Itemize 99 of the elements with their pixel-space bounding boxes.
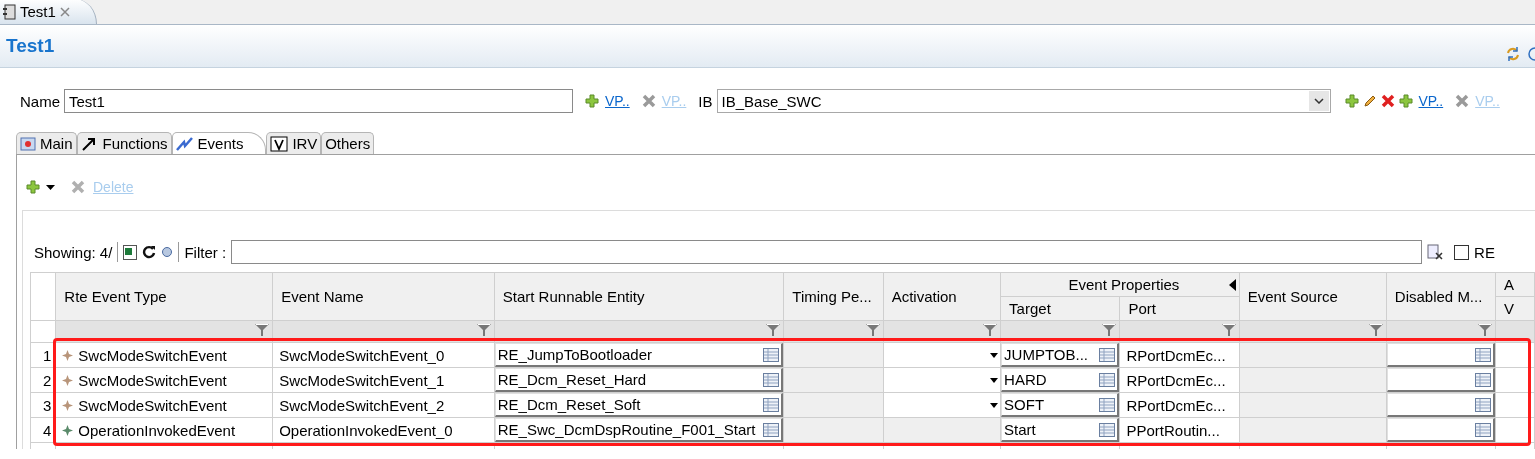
reference-field[interactable]: RE_Dcm_Reset_Hard	[495, 368, 783, 392]
remove-icon[interactable]	[1455, 94, 1470, 108]
reference-field[interactable]: HARD	[1001, 368, 1119, 392]
list-icon[interactable]	[1099, 397, 1116, 412]
help-icon[interactable]	[1527, 46, 1535, 62]
filter-icon[interactable]	[765, 323, 782, 337]
refresh-icon[interactable]	[142, 245, 157, 259]
editor-title: Test1	[6, 35, 55, 57]
tab[interactable]: Others	[321, 132, 375, 154]
filter-icon[interactable]	[475, 323, 492, 337]
collapse-icon[interactable]	[1228, 279, 1236, 291]
filter-icon[interactable]	[1367, 323, 1384, 337]
vp-link[interactable]: VP..	[605, 93, 630, 109]
clear-filter-icon[interactable]	[1427, 244, 1444, 260]
reference-field[interactable]: Start	[1001, 418, 1119, 442]
filter-icon[interactable]	[982, 323, 999, 337]
sync-icon[interactable]	[1505, 46, 1521, 62]
column-header[interactable]: Start Runnable Entity	[502, 288, 645, 305]
chevron-icon[interactable]	[1313, 98, 1324, 104]
reference-field[interactable]: RE_Swc_DcmDspRoutine_F001_Start	[495, 418, 783, 442]
caret-icon[interactable]	[990, 377, 999, 383]
table-cell-text: OperationInvokedEvent_0	[278, 421, 453, 439]
list-icon[interactable]	[763, 422, 780, 437]
vp-link[interactable]: VP..	[1418, 93, 1444, 109]
column-group-header: Event Properties	[1068, 276, 1180, 293]
row-number: 3	[43, 396, 52, 414]
filter-icon[interactable]	[1477, 323, 1494, 337]
table-cell: SwcModeSwitchEvent	[78, 371, 227, 389]
row-number: 2	[43, 371, 52, 389]
variable-icon	[270, 135, 289, 152]
reference-field[interactable]: RE_JumpToBootloader	[495, 343, 783, 367]
list-icon[interactable]	[1099, 422, 1116, 437]
column-header[interactable]: Event Name	[281, 288, 364, 305]
pencil-icon[interactable]	[1362, 94, 1377, 108]
list-icon[interactable]	[763, 347, 780, 362]
column-header[interactable]: Rte Event Type	[64, 288, 167, 305]
table-cell-text: SwcModeSwitchEvent_2	[278, 396, 445, 414]
re-checkbox[interactable]	[1454, 244, 1470, 260]
filter-icon[interactable]	[1220, 323, 1237, 337]
table-cell: SwcModeSwitchEvent	[78, 396, 227, 414]
delete-icon[interactable]	[1380, 94, 1395, 108]
name-field[interactable]: Test1	[64, 89, 573, 113]
reference-field[interactable]	[1387, 368, 1495, 392]
filter-icon[interactable]	[864, 323, 881, 337]
name-label: Name	[20, 92, 60, 110]
reference-field[interactable]	[1387, 418, 1495, 442]
column-group-header: A	[1504, 276, 1515, 293]
add-icon[interactable]	[26, 180, 40, 194]
add-icon[interactable]	[585, 94, 599, 108]
remove-icon[interactable]	[641, 94, 656, 108]
add-icon[interactable]	[1344, 94, 1359, 108]
reference-field[interactable]: RE_Dcm_Reset_Soft	[495, 393, 783, 417]
lightning-icon	[175, 135, 194, 152]
caret-icon[interactable]	[990, 402, 999, 408]
close-icon[interactable]	[59, 6, 70, 17]
column-header[interactable]: V	[1504, 300, 1515, 317]
reference-field[interactable]: JUMPTOB...	[1001, 343, 1119, 367]
row-number: 4	[43, 421, 52, 439]
column-header[interactable]: Activation	[891, 288, 957, 305]
list-icon[interactable]	[763, 372, 780, 387]
editor-tab[interactable]: Test1	[0, 0, 97, 24]
row-number: 1	[43, 346, 52, 364]
tab[interactable]: Functions	[76, 132, 172, 154]
caret-icon[interactable]	[46, 184, 55, 190]
tab[interactable]: Main	[16, 132, 77, 154]
filter-label: Filter :	[184, 243, 227, 261]
reference-field[interactable]	[1387, 343, 1495, 367]
table-cell-text: SwcModeSwitchEvent_0	[278, 346, 445, 364]
table-cell: SwcModeSwitchEvent	[78, 346, 227, 364]
reference-field[interactable]: SOFT	[1001, 393, 1119, 417]
list-icon[interactable]	[1475, 372, 1492, 387]
table-cell-text: RPortDcmEc...	[1125, 346, 1226, 364]
tab[interactable]: Events	[171, 132, 267, 154]
ib-dropdown[interactable]: IB_Base_SWC	[716, 89, 1331, 113]
table-cell: OperationInvokedEvent	[78, 421, 236, 439]
re-label: RE	[1474, 243, 1495, 261]
list-icon[interactable]	[1475, 347, 1492, 362]
component-icon	[20, 135, 36, 152]
caret-icon[interactable]	[990, 352, 999, 358]
list-icon[interactable]	[1475, 397, 1492, 412]
table-cell-text: SwcModeSwitchEvent_1	[278, 371, 445, 389]
filter-field[interactable]	[231, 240, 1423, 264]
list-icon[interactable]	[1099, 372, 1116, 387]
ib-label: IB	[698, 92, 713, 110]
filter-icon[interactable]	[254, 323, 271, 337]
reference-field[interactable]	[1387, 393, 1495, 417]
showing-count: Showing: 4/	[33, 243, 113, 261]
filter-icon[interactable]	[1101, 323, 1118, 337]
list-icon[interactable]	[763, 397, 780, 412]
component-icon	[2, 3, 16, 20]
table-cell-text: PPortRoutin...	[1125, 421, 1220, 439]
column-header[interactable]: Port	[1128, 300, 1156, 317]
table-cell-text: RPortDcmEc...	[1125, 396, 1226, 414]
list-icon[interactable]	[1475, 422, 1492, 437]
add-icon[interactable]	[1398, 94, 1413, 108]
table-cell-text: RPortDcmEc...	[1125, 371, 1226, 389]
excel-icon[interactable]	[123, 244, 138, 260]
tab[interactable]: IRV	[266, 132, 322, 154]
list-icon[interactable]	[1099, 347, 1116, 362]
